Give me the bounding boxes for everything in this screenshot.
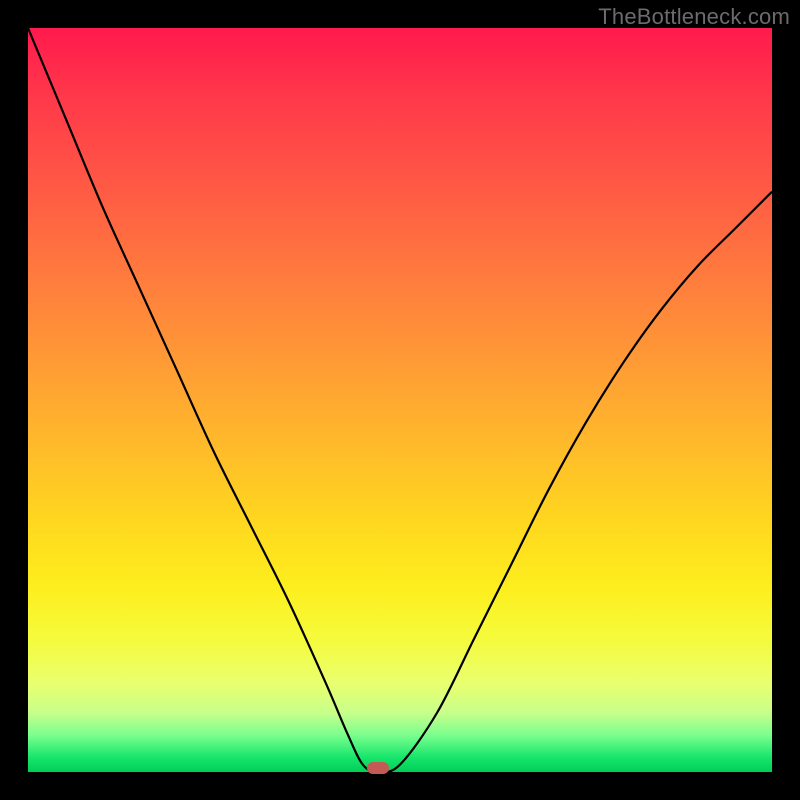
plot-area xyxy=(28,28,772,772)
bottleneck-curve xyxy=(28,28,772,772)
curve-path xyxy=(28,28,772,772)
optimum-marker xyxy=(367,762,389,774)
chart-frame: TheBottleneck.com xyxy=(0,0,800,800)
watermark-text: TheBottleneck.com xyxy=(598,4,790,30)
